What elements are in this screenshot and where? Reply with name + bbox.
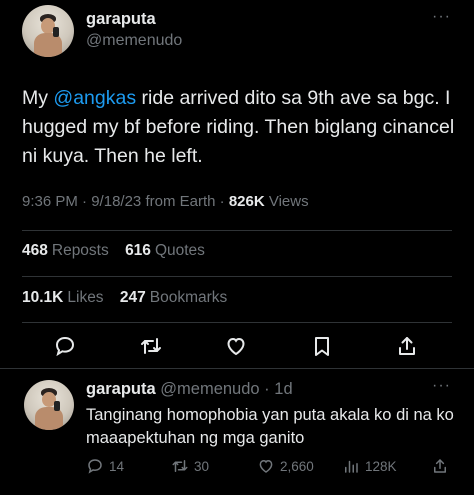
reply-author-name[interactable]: garaputa xyxy=(86,380,156,398)
divider xyxy=(0,368,474,369)
reply-reposts[interactable]: 30 xyxy=(171,457,209,475)
reply-icon[interactable] xyxy=(53,334,77,358)
views-icon xyxy=(345,460,358,473)
divider xyxy=(22,322,452,323)
repost-icon xyxy=(172,460,188,472)
tweet-meta: 9:36 PM · 9/18/23 from Earth · 826K View… xyxy=(22,193,309,210)
like-icon xyxy=(259,459,273,473)
like-icon[interactable] xyxy=(224,334,248,358)
mention-link[interactable]: @angkas xyxy=(53,87,136,109)
repost-icon[interactable] xyxy=(139,334,163,358)
more-options-icon[interactable]: ··· xyxy=(432,8,451,26)
reposts-quotes-row: 468 Reposts 616 Quotes xyxy=(22,242,205,260)
divider xyxy=(22,276,452,277)
likes-stat[interactable]: 10.1K Likes xyxy=(22,289,104,306)
tweet-time[interactable]: 9:36 PM xyxy=(22,193,78,210)
reply-reposts-count: 30 xyxy=(194,458,210,474)
divider xyxy=(22,230,452,231)
reply-views-count: 128K xyxy=(365,458,397,474)
reposts-stat[interactable]: 468 Reposts xyxy=(22,242,109,259)
reply-author-handle[interactable]: @memenudo xyxy=(160,380,259,398)
views-label: Views xyxy=(268,193,309,210)
reply-header: garaputa @memenudo · 1d xyxy=(86,380,293,398)
share-icon[interactable] xyxy=(395,334,419,358)
bookmark-icon[interactable] xyxy=(310,334,334,358)
reply-likes[interactable]: 2,660 xyxy=(257,457,314,475)
quotes-stat[interactable]: 616 Quotes xyxy=(125,242,205,259)
reply-replies[interactable]: 14 xyxy=(86,457,124,475)
reply-icon xyxy=(88,459,102,474)
reply-likes-count: 2,660 xyxy=(280,458,314,474)
tweet-date[interactable]: 9/18/23 xyxy=(91,193,141,210)
reply-share[interactable] xyxy=(431,457,449,475)
bookmarks-stat[interactable]: 247 Bookmarks xyxy=(120,289,227,306)
likes-bookmarks-row: 10.1K Likes 247 Bookmarks xyxy=(22,289,227,307)
views-count: 826K xyxy=(228,193,265,210)
author-avatar[interactable] xyxy=(22,5,74,57)
tweet-text: My @angkas ride arrived dito sa 9th ave … xyxy=(22,87,455,167)
tweet-source: from Earth xyxy=(145,193,216,210)
reply-age[interactable]: 1d xyxy=(274,380,292,398)
reply-author-avatar[interactable] xyxy=(24,380,74,430)
reply-more-options-icon[interactable]: ··· xyxy=(432,377,451,395)
author-handle[interactable]: @memenudo xyxy=(86,32,182,50)
reply-replies-count: 14 xyxy=(109,458,125,474)
share-icon xyxy=(434,459,446,473)
author-name[interactable]: garaputa xyxy=(86,10,156,29)
reply-text: Tanginang homophobia yan puta akala ko d… xyxy=(86,406,454,447)
reply-views[interactable]: 128K xyxy=(342,457,397,475)
